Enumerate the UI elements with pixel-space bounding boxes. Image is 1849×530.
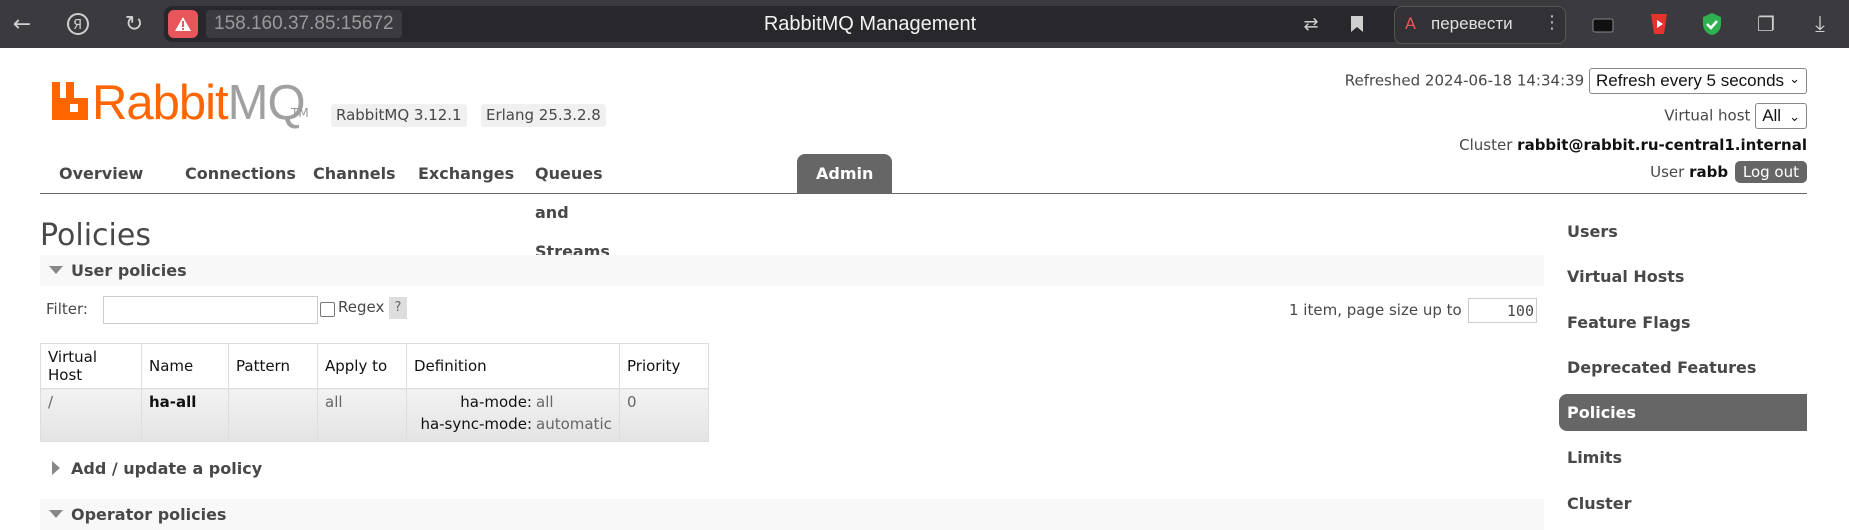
browser-tab-title: RabbitMQ Management: [763, 13, 977, 35]
page-title: Policies: [40, 218, 151, 253]
refresh-select-value: Refresh every 5 seconds: [1596, 71, 1785, 90]
cell-priority: 0: [619, 388, 709, 442]
sidebar-item-users[interactable]: Users: [1559, 213, 1807, 250]
definition-key: ha-mode:: [460, 393, 532, 411]
tabs-divider: [40, 193, 1807, 194]
collapse-triangle-icon: [49, 266, 63, 274]
refresh-interval-select[interactable]: Refresh every 5 seconds ⌄: [1589, 68, 1807, 94]
table-row[interactable]: / ha-all all ha-mode: all ha-sync-mode: au…: [40, 388, 709, 442]
tab-queues-and-streams[interactable]: Queues and Streams: [516, 154, 629, 261]
back-arrow-icon[interactable]: ←: [8, 10, 36, 38]
collapse-triangle-icon: [49, 510, 63, 518]
yandex-icon[interactable]: Я: [64, 10, 92, 38]
user-policies-section-toggle[interactable]: User policies: [40, 255, 1544, 286]
cell-apply-to: all: [317, 388, 407, 442]
sidebar-item-limits[interactable]: Limits: [1559, 439, 1807, 476]
column-header-virtual-host[interactable]: Virtual Host: [40, 343, 142, 389]
expand-triangle-icon: [52, 461, 60, 475]
cell-pattern: [228, 388, 318, 442]
translate-label: перевести: [1431, 14, 1513, 33]
column-header-pattern[interactable]: Pattern: [228, 343, 318, 389]
regex-label[interactable]: Regex: [338, 298, 384, 316]
video-extension-icon[interactable]: [1645, 10, 1673, 38]
reload-icon[interactable]: ↻: [120, 10, 148, 38]
operator-policies-section-toggle[interactable]: Operator policies: [40, 499, 1544, 530]
bookmark-icon[interactable]: [1343, 10, 1371, 38]
translate-page-icon[interactable]: ⇄: [1297, 10, 1325, 38]
definition-entry: ha-mode: all: [414, 393, 612, 411]
vhost-select-value: All: [1762, 106, 1782, 125]
column-header-apply-to[interactable]: Apply to: [317, 343, 407, 389]
filter-input[interactable]: [103, 296, 318, 324]
refreshed-time: 2024-06-18 14:34:39: [1424, 71, 1585, 90]
insecure-warning-icon[interactable]: [168, 10, 198, 38]
definition-value: automatic: [536, 415, 612, 433]
user-name: rabb: [1689, 163, 1729, 181]
column-header-priority[interactable]: Priority: [619, 343, 709, 389]
chevron-down-icon: ⌄: [1789, 109, 1800, 124]
page-size-input[interactable]: 100: [1468, 298, 1537, 323]
user-policies-heading: User policies: [71, 261, 187, 280]
user-label: User: [1650, 163, 1685, 181]
filter-label: Filter:: [46, 300, 88, 318]
sidebar-item-virtual-hosts[interactable]: Virtual Hosts: [1559, 258, 1807, 295]
add-policy-heading: Add / update a policy: [71, 459, 263, 478]
sidebar-item-feature-flags[interactable]: Feature Flags: [1559, 304, 1807, 341]
cell-vhost: /: [40, 388, 142, 442]
policies-table: Virtual Host Name Pattern Apply to Defin…: [40, 343, 709, 442]
cluster-name: rabbit@rabbit.ru-central1.internal: [1517, 136, 1807, 154]
vhost-row: Virtual host All ⌄: [1664, 103, 1807, 129]
definition-key: ha-sync-mode:: [420, 415, 532, 433]
more-vertical-icon[interactable]: ⋮: [1543, 12, 1561, 33]
translate-icon: A: [1405, 14, 1416, 33]
shield-check-icon[interactable]: [1698, 10, 1726, 38]
add-policy-section-toggle[interactable]: Add / update a policy: [40, 453, 1544, 484]
help-button[interactable]: ?: [389, 297, 407, 319]
operator-policies-heading: Operator policies: [71, 505, 227, 524]
policy-name-link[interactable]: ha-all: [149, 393, 196, 411]
tab-overview[interactable]: Overview: [40, 154, 162, 193]
download-icon[interactable]: ⤓: [1806, 10, 1834, 38]
logo-rabbit: Rabbit: [92, 76, 229, 130]
table-header-row: Virtual Host Name Pattern Apply to Defin…: [40, 343, 709, 389]
extension-dark-icon[interactable]: [1589, 10, 1617, 38]
column-header-name[interactable]: Name: [141, 343, 229, 389]
url-text[interactable]: 158.160.37.85:15672: [206, 10, 402, 38]
column-header-definition: Definition: [406, 343, 620, 389]
cell-definition: ha-mode: all ha-sync-mode: automatic: [406, 388, 620, 442]
tab-connections[interactable]: Connections: [166, 154, 315, 193]
user-row: User rabb Log out: [1650, 161, 1807, 183]
tab-channels[interactable]: Channels: [294, 154, 415, 193]
pagination-label: 1 item, page size up to: [1289, 301, 1462, 319]
sidebar-item-policies[interactable]: Policies: [1559, 394, 1807, 431]
browser-toolbar: ← Я ↻ 158.160.37.85:15672 RabbitMQ Manag…: [0, 0, 1849, 48]
chevron-down-icon: ⌄: [1789, 71, 1800, 86]
translate-button[interactable]: A перевести ⋮: [1394, 6, 1566, 44]
vhost-label: Virtual host: [1664, 106, 1751, 125]
refreshed-label: Refreshed: [1344, 71, 1421, 90]
tab-admin[interactable]: Admin: [797, 154, 893, 193]
vhost-select[interactable]: All ⌄: [1755, 103, 1807, 129]
logo-text: RabbitMQ: [92, 75, 306, 131]
cell-name[interactable]: ha-all: [141, 388, 229, 442]
logo-trademark: TM: [291, 106, 309, 120]
rabbitmq-version-badge: RabbitMQ 3.12.1: [331, 104, 467, 127]
logout-button[interactable]: Log out: [1734, 161, 1807, 183]
erlang-version-badge: Erlang 25.3.2.8: [481, 104, 606, 127]
logo-mq: MQ: [227, 76, 306, 130]
refresh-row: Refreshed 2024-06-18 14:34:39 Refresh ev…: [1345, 68, 1807, 94]
tab-exchanges[interactable]: Exchanges: [399, 154, 533, 193]
svg-text:Я: Я: [73, 18, 82, 33]
regex-checkbox[interactable]: [320, 302, 335, 317]
cluster-label: Cluster: [1459, 136, 1513, 154]
sidebar-item-cluster[interactable]: Cluster: [1559, 485, 1807, 522]
sidebar-item-deprecated-features[interactable]: Deprecated Features: [1559, 349, 1807, 386]
rabbitmq-logo[interactable]: [52, 78, 88, 126]
cluster-row: Cluster rabbit@rabbit.ru-central1.intern…: [1459, 136, 1807, 154]
definition-value: all: [536, 393, 554, 411]
extensions-icon[interactable]: ❐: [1752, 10, 1780, 38]
definition-entry: ha-sync-mode: automatic: [414, 415, 612, 433]
